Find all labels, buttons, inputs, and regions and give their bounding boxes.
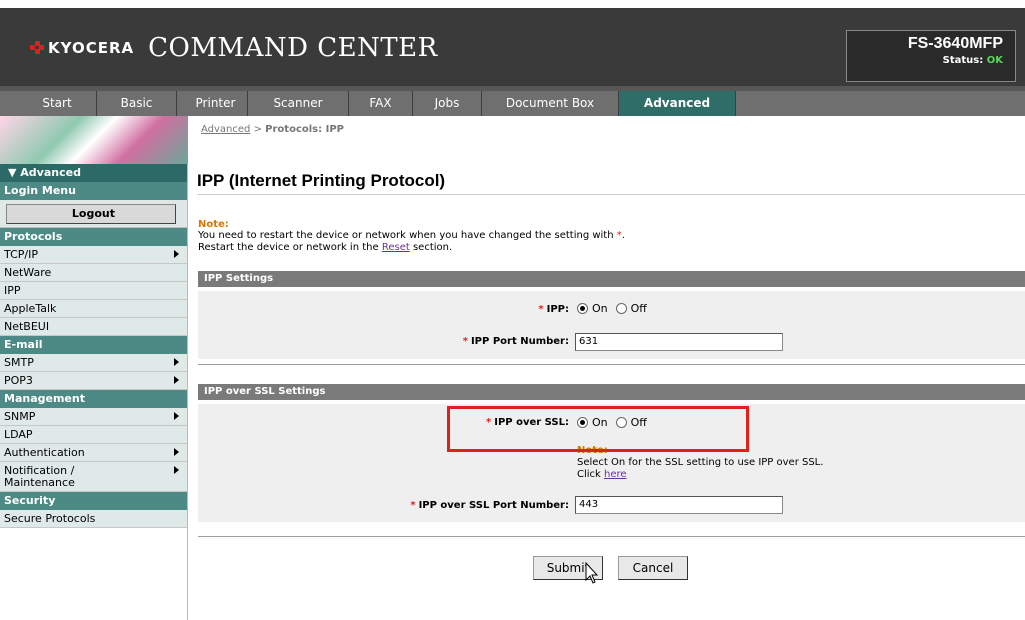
ipp-port-input[interactable]: 631 bbox=[575, 333, 783, 351]
sidebar-item-notification[interactable]: Notification / Maintenance bbox=[0, 462, 187, 492]
nav-document-box[interactable]: Document Box bbox=[482, 91, 619, 116]
logo: KYOCERA COMMAND CENTER bbox=[30, 33, 438, 63]
note-line-1: You need to restart the device or networ… bbox=[198, 230, 625, 241]
nav-basic[interactable]: Basic bbox=[97, 91, 177, 116]
ipp-section-divider bbox=[198, 364, 1025, 365]
logout-button[interactable]: Logout bbox=[6, 204, 176, 224]
sidebar-item-tcpip[interactable]: TCP/IP bbox=[0, 246, 187, 264]
ipp-port-label: * IPP Port Number: bbox=[462, 336, 569, 347]
status-value: OK bbox=[986, 55, 1003, 66]
ssl-port-input[interactable]: 443 bbox=[575, 496, 783, 514]
sidebar-banner-image bbox=[0, 116, 188, 164]
sidebar-management-head: Management bbox=[0, 390, 187, 408]
ipp-on-radio[interactable] bbox=[577, 303, 588, 314]
model-name: FS-3640MFP bbox=[907, 35, 1003, 52]
nav-jobs[interactable]: Jobs bbox=[413, 91, 482, 116]
arrow-right-icon bbox=[174, 358, 179, 366]
ipp-settings-header: IPP Settings bbox=[198, 271, 1025, 287]
arrow-right-icon bbox=[174, 250, 179, 258]
sidebar-item-smtp[interactable]: SMTP bbox=[0, 354, 187, 372]
breadcrumb-link-advanced[interactable]: Advanced bbox=[201, 124, 250, 135]
nav-scanner[interactable]: Scanner bbox=[248, 91, 349, 116]
arrow-right-icon bbox=[174, 466, 179, 474]
highlight-box bbox=[447, 406, 749, 452]
sidebar-email-head: E-mail bbox=[0, 336, 187, 354]
sidebar-item-pop3[interactable]: POP3 bbox=[0, 372, 187, 390]
sidebar-item-netware[interactable]: NetWare bbox=[0, 264, 187, 282]
sidebar-item-ipp[interactable]: IPP bbox=[0, 282, 187, 300]
sidebar-login-menu-head: Login Menu bbox=[0, 182, 187, 200]
ipp-label: * IPP: bbox=[538, 304, 569, 315]
sidebar-security-head: Security bbox=[0, 492, 187, 510]
ssl-port-label: * IPP over SSL Port Number: bbox=[410, 500, 569, 511]
arrow-right-icon bbox=[174, 448, 179, 456]
arrow-right-icon bbox=[174, 412, 179, 420]
top-nav: Start Basic Printer Scanner FAX Jobs Doc… bbox=[0, 86, 1025, 116]
status-line: Status: OK bbox=[847, 55, 1003, 66]
nav-advanced[interactable]: Advanced bbox=[619, 91, 736, 116]
ssl-settings-header: IPP over SSL Settings bbox=[198, 384, 1025, 400]
sidebar: ▼ Advanced Login Menu Logout Protocols T… bbox=[0, 116, 188, 620]
nav-fax[interactable]: FAX bbox=[349, 91, 413, 116]
sidebar-item-netbeui[interactable]: NetBEUI bbox=[0, 318, 187, 336]
ssl-section-divider bbox=[198, 536, 1025, 537]
kyocera-logo-icon bbox=[30, 41, 44, 55]
header-bar: KYOCERA COMMAND CENTER FS-3640MFP Status… bbox=[0, 8, 1025, 86]
nav-printer[interactable]: Printer bbox=[184, 91, 248, 116]
status-label: Status: bbox=[942, 55, 984, 66]
note-line-2: Restart the device or network in the Res… bbox=[198, 242, 453, 253]
sidebar-item-ldap[interactable]: LDAP bbox=[0, 426, 187, 444]
arrow-right-icon bbox=[174, 376, 179, 384]
breadcrumb: Advanced > Protocols: IPP bbox=[201, 124, 344, 135]
sidebar-item-secure-protocols[interactable]: Secure Protocols bbox=[0, 510, 187, 528]
sidebar-advanced-header[interactable]: ▼ Advanced bbox=[0, 164, 187, 182]
main-content: Advanced > Protocols: IPP IPP (Internet … bbox=[189, 116, 1025, 620]
sidebar-item-appletalk[interactable]: AppleTalk bbox=[0, 300, 187, 318]
ssl-here-link[interactable]: here bbox=[604, 469, 627, 480]
note-label: Note: bbox=[198, 219, 229, 230]
sidebar-item-snmp[interactable]: SNMP bbox=[0, 408, 187, 426]
ipp-radio-group: On Off bbox=[577, 302, 655, 315]
nav-start[interactable]: Start bbox=[18, 91, 97, 116]
sidebar-protocols-head: Protocols bbox=[0, 228, 187, 246]
sidebar-item-authentication[interactable]: Authentication bbox=[0, 444, 187, 462]
ssl-click-line: Click here bbox=[577, 469, 627, 480]
app-title: COMMAND CENTER bbox=[148, 33, 438, 63]
breadcrumb-separator: > bbox=[253, 124, 262, 135]
page-title: IPP (Internet Printing Protocol) bbox=[197, 171, 446, 190]
title-divider bbox=[197, 194, 1025, 195]
sidebar-logout-row: Logout bbox=[0, 200, 187, 228]
breadcrumb-current: Protocols: IPP bbox=[265, 124, 344, 135]
ipp-off-radio[interactable] bbox=[615, 303, 627, 314]
brand-name: KYOCERA bbox=[48, 39, 135, 57]
ssl-note-text: Select On for the SSL setting to use IPP… bbox=[577, 457, 824, 468]
device-status-box: FS-3640MFP Status: OK bbox=[846, 30, 1016, 82]
reset-link[interactable]: Reset bbox=[382, 242, 410, 253]
cancel-button[interactable]: Cancel bbox=[618, 556, 688, 580]
mouse-cursor-icon bbox=[585, 562, 599, 584]
